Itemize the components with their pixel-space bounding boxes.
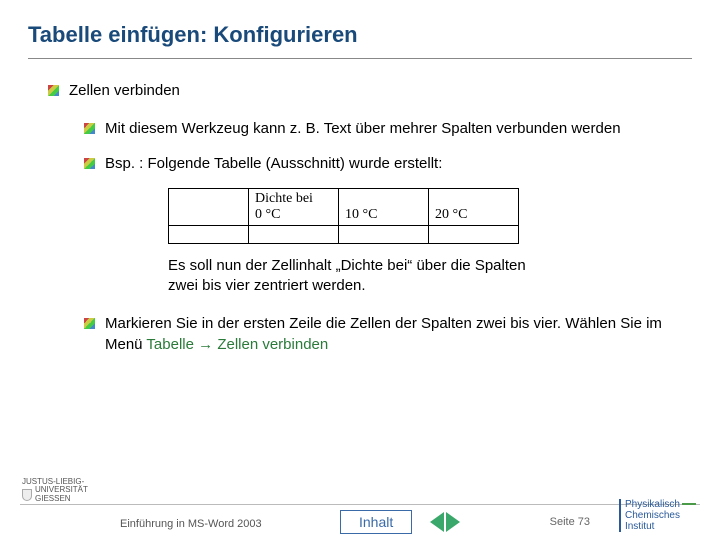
menu-ref: Tabelle bbox=[146, 336, 194, 353]
prev-slide-button[interactable] bbox=[430, 512, 444, 532]
logo-line: Physikalisch bbox=[625, 499, 680, 510]
bullet-level1: Zellen verbinden bbox=[48, 81, 692, 101]
bullet-level2: Markieren Sie in der ersten Zeile die Ze… bbox=[84, 314, 692, 355]
cell-text: 0 °C bbox=[255, 207, 280, 222]
shield-icon bbox=[22, 489, 32, 501]
bullet-level2: Bsp. : Folgende Tabelle (Ausschnitt) wur… bbox=[84, 154, 692, 174]
cell-text: Dichte bei bbox=[255, 191, 313, 206]
institute-logo: Physikalisch Chemisches Institut bbox=[619, 499, 698, 532]
contents-button[interactable]: Inhalt bbox=[340, 510, 412, 534]
table-row: Dichte bei 0 °C 10 °C 20 °C bbox=[169, 188, 519, 225]
title-divider bbox=[28, 58, 692, 59]
menu-ref: Zellen verbinden bbox=[217, 336, 328, 353]
bullet-icon bbox=[84, 123, 95, 134]
bullet-level2: Mit diesem Werkzeug kann z. B. Text über… bbox=[84, 119, 692, 139]
lecture-name: Einführung in MS-Word 2003 bbox=[120, 518, 262, 530]
bullet-icon bbox=[84, 158, 95, 169]
table-row bbox=[169, 225, 519, 243]
logo-line: GIESSEN bbox=[35, 494, 71, 503]
bullet-text: Markieren Sie in der ersten Zeile die Ze… bbox=[105, 314, 692, 355]
bullet-text: Zellen verbinden bbox=[69, 81, 180, 101]
nav-arrows bbox=[430, 512, 460, 532]
logo-line: Institut bbox=[625, 521, 654, 532]
example-table: Dichte bei 0 °C 10 °C 20 °C bbox=[168, 188, 692, 244]
university-logo: JUSTUS-LIEBIG- UNIVERSITÄT GIESSEN bbox=[22, 478, 88, 504]
bullet-icon bbox=[48, 85, 59, 96]
cell-text: 10 °C bbox=[345, 207, 377, 222]
slide-footer: JUSTUS-LIEBIG- UNIVERSITÄT GIESSEN Einfü… bbox=[0, 468, 720, 540]
logo-line: UNIVERSITÄT bbox=[35, 485, 88, 494]
bullet-text: Bsp. : Folgende Tabelle (Ausschnitt) wur… bbox=[105, 154, 442, 174]
slide-title: Tabelle einfügen: Konfigurieren bbox=[28, 22, 692, 48]
bullet-text: Mit diesem Werkzeug kann z. B. Text über… bbox=[105, 119, 621, 139]
footer-divider bbox=[20, 504, 700, 505]
bullet-icon bbox=[84, 318, 95, 329]
logo-line: Chemisches bbox=[625, 510, 680, 521]
arrow-icon: → bbox=[194, 336, 217, 353]
page-number: Seite 73 bbox=[550, 516, 590, 528]
cell-text: 20 °C bbox=[435, 207, 467, 222]
dash-icon bbox=[682, 503, 696, 505]
next-slide-button[interactable] bbox=[446, 512, 460, 532]
note-text: Es soll nun der Zellinhalt „Dichte bei“ … bbox=[168, 256, 548, 297]
